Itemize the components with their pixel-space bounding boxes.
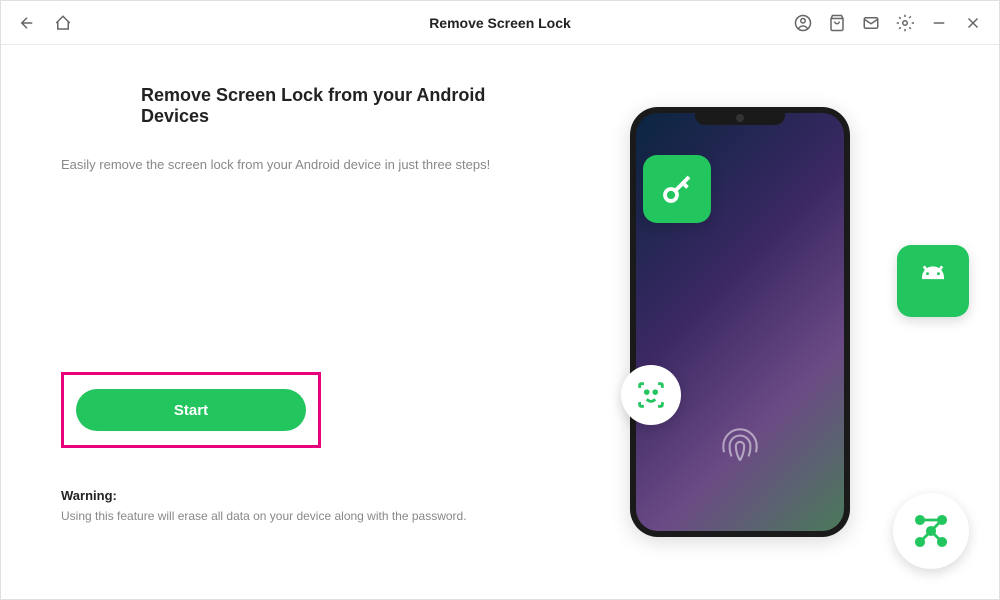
face-id-icon — [621, 365, 681, 425]
cart-icon[interactable] — [827, 13, 847, 33]
left-panel: Remove Screen Lock from your Android Dev… — [61, 85, 541, 559]
warning-text: Using this feature will erase all data o… — [61, 509, 541, 523]
back-button[interactable] — [17, 13, 37, 33]
window-title: Remove Screen Lock — [429, 15, 571, 31]
close-button[interactable] — [963, 13, 983, 33]
home-button[interactable] — [53, 13, 73, 33]
android-icon — [897, 245, 969, 317]
key-icon — [643, 155, 711, 223]
app-window: Remove Screen Lock Remove Screen — [0, 0, 1000, 600]
right-panel — [541, 85, 939, 559]
minimize-button[interactable] — [929, 13, 949, 33]
settings-icon[interactable] — [895, 13, 915, 33]
warning-section: Warning: Using this feature will erase a… — [61, 488, 541, 523]
account-icon[interactable] — [793, 13, 813, 33]
titlebar-right — [793, 13, 983, 33]
warning-title: Warning: — [61, 488, 541, 503]
page-description: Easily remove the screen lock from your … — [61, 157, 541, 172]
phone-notch — [695, 111, 785, 125]
fingerprint-icon — [715, 421, 765, 471]
content-area: Remove Screen Lock from your Android Dev… — [1, 45, 999, 599]
titlebar-left — [17, 13, 73, 33]
start-button[interactable]: Start — [76, 389, 306, 431]
pattern-icon — [893, 493, 969, 569]
start-highlight-box: Start — [61, 372, 321, 448]
mail-icon[interactable] — [861, 13, 881, 33]
titlebar: Remove Screen Lock — [1, 1, 999, 45]
page-heading: Remove Screen Lock from your Android Dev… — [141, 85, 541, 127]
